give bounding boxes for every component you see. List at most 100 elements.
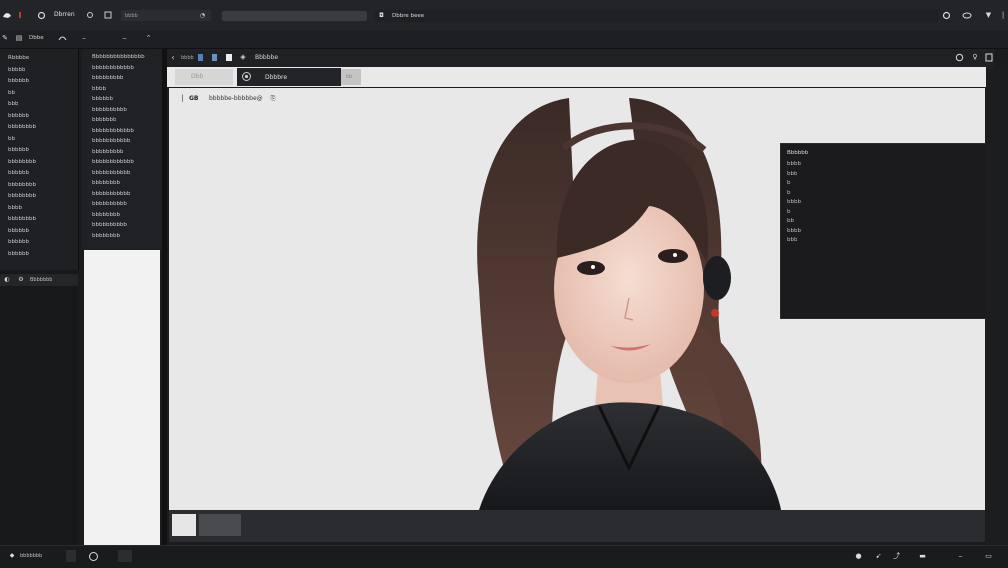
file-list-item[interactable]: bbbbbbbbbbb (92, 138, 130, 144)
sidebar-item[interactable]: bbbbbbbb (8, 193, 36, 199)
doc-blue-icon-2[interactable] (211, 53, 218, 62)
brush-icon[interactable]: ◆ (8, 552, 16, 560)
tab-title[interactable]: Dbrren (54, 11, 84, 18)
file-list-item[interactable]: bbbbbb (92, 96, 113, 102)
file-list-item[interactable]: bbbbbbbbbb (92, 222, 127, 228)
settings-icon[interactable] (86, 11, 94, 19)
sidebar-item[interactable]: bbbbbb (8, 239, 29, 245)
sidebar-item[interactable]: bbbbbbbb (8, 216, 36, 222)
sidebar-item[interactable]: bbbbbb (8, 113, 29, 119)
curve-icon[interactable] (58, 34, 67, 42)
line-status-icon[interactable]: ⎯ (956, 551, 965, 561)
layers-icon[interactable]: ▤ (15, 34, 23, 42)
overlay-line: bb (787, 218, 794, 224)
status-chip[interactable] (66, 550, 76, 562)
pen-icon[interactable]: ✎ (1, 34, 9, 42)
overlay-line: b (787, 189, 791, 196)
sidebar-item[interactable]: bb (8, 136, 15, 142)
share-icon[interactable]: ➹ (874, 551, 883, 561)
close-icon[interactable]: | (999, 11, 1007, 19)
circle-icon[interactable] (942, 11, 951, 20)
pin-icon[interactable]: ♀ (971, 53, 979, 62)
lock-icon: ◘ (379, 11, 384, 19)
tab-active[interactable]: Dbbbre (237, 68, 341, 86)
file-list-item[interactable]: bbbbbbbbbbbb (92, 159, 134, 165)
doc-white-icon[interactable] (225, 53, 233, 62)
file-list-item[interactable]: bbbbbbb (92, 117, 116, 123)
record-icon[interactable] (16, 11, 24, 19)
sidebar-item[interactable]: bbb (8, 101, 18, 107)
panel-divider[interactable] (162, 49, 167, 545)
file-list-item[interactable]: Bbbbbbbbbbbbbbb (92, 54, 145, 60)
overlay-title: Bbbbbb (787, 150, 809, 156)
toolbar-label[interactable]: Dbbe (29, 35, 44, 41)
sidebar-item[interactable]: bbbbbbbb (8, 124, 36, 130)
address-field[interactable]: bbbb ◔ (121, 10, 211, 21)
status-icon: ◐ (4, 276, 10, 283)
file-list-item[interactable]: bbbbbbbb (92, 212, 120, 218)
expand-icon[interactable] (985, 53, 993, 62)
file-list-item[interactable]: bbbbbbbbbbb (92, 170, 130, 176)
power-icon[interactable] (955, 53, 964, 62)
file-list-item[interactable]: bbbbbbbbb (92, 149, 123, 155)
canvas-header-text: bbbbbe-bbbbbe@ (209, 95, 263, 102)
sidebar-item[interactable]: bbbbbbbb (8, 159, 36, 165)
sidebar-item[interactable]: bbbbbb (8, 228, 29, 234)
tag-icon[interactable]: ◈ (239, 53, 247, 62)
shield-icon[interactable]: ◔ (199, 12, 206, 19)
file-list-item[interactable]: bbbbbbbb (92, 233, 120, 239)
tab-right[interactable]: bb (341, 69, 361, 85)
file-list-item[interactable]: bbbbbbbb (92, 180, 120, 186)
file-list-item[interactable]: bbbbbbbbbb (92, 107, 127, 113)
copy-icon[interactable]: ⎘ (269, 94, 277, 103)
thumbnail[interactable] (172, 514, 196, 536)
back-icon[interactable]: ‹ (169, 53, 177, 62)
more-icon[interactable]: ▭ (984, 551, 993, 561)
triangle-icon[interactable]: ⌃ (144, 34, 153, 42)
chat-icon[interactable]: ● (854, 551, 863, 561)
doc-blue-icon[interactable] (197, 53, 204, 62)
file-list-item[interactable]: bbbbbbbbbbb (92, 191, 130, 197)
search-field[interactable] (222, 11, 367, 21)
sidebar-item[interactable]: bbbbb (8, 67, 25, 73)
sidebar-item[interactable]: bbbbbb (8, 147, 29, 153)
overlay-line: bbbb (787, 199, 801, 205)
refresh-icon[interactable] (37, 11, 46, 20)
overlay-line: bbbb (787, 227, 801, 234)
page-icon[interactable] (104, 11, 112, 19)
sidebar-item[interactable]: Rbbbbe (8, 55, 29, 61)
file-list-item[interactable]: bbbbbbbbbb (92, 201, 127, 207)
cursor-icon: | (181, 94, 184, 102)
eye-icon[interactable] (962, 11, 972, 20)
overlay-line: bbb (787, 170, 798, 177)
toolbar: ✎ ▤ Dbbe – ⎯ ⌃ (0, 30, 1008, 49)
fullscreen-icon[interactable]: ▬ (918, 551, 927, 561)
sidebar-item[interactable]: bbbbbb (8, 251, 29, 257)
right-scroll-edge[interactable] (986, 67, 1008, 545)
circle-status-icon[interactable] (88, 551, 99, 562)
minus-icon[interactable]: – (80, 34, 88, 42)
document-tab-bar: Dbb Dbbbre bb (167, 67, 987, 87)
thumbnail-label-box[interactable] (199, 514, 241, 536)
info-overlay-panel: Bbbbbb bbbb bbb b b bbbb b bb bbbb bbb (780, 143, 988, 319)
sidebar-item[interactable]: bbbb (8, 205, 22, 211)
portrait-image (477, 98, 781, 510)
dropdown-icon[interactable]: ▼ (984, 11, 993, 20)
sidebar-item[interactable]: bbbbbb (8, 170, 29, 176)
canvas-bottom-strip (169, 510, 985, 542)
sidebar-item[interactable]: bbbbbb (8, 78, 29, 84)
line-icon[interactable]: ⎯ (120, 34, 129, 42)
status-chip-2[interactable] (118, 550, 132, 562)
file-list-item[interactable]: bbbbbbbbbbbb (92, 128, 134, 134)
file-list-item[interactable]: bbbbbbbbb (92, 75, 123, 81)
sidebar-item[interactable]: bb (8, 90, 15, 96)
edit-icon[interactable]: ⤴ (892, 551, 901, 561)
left-nav-footer[interactable]: ◐ ⚙ Bbbbbbb (0, 274, 78, 286)
sidebar-item[interactable]: bbbbbbbb (8, 182, 36, 188)
overlay-line: bbbb (787, 161, 801, 167)
title-bar: Dbrren bbbb ◔ ◘ Dbbre beee ▼ | (0, 0, 1008, 31)
canvas-badge: GB (189, 95, 199, 102)
tab-left[interactable]: Dbb (175, 69, 233, 85)
file-list-item[interactable]: bbbbbbbbbbbb (92, 65, 134, 71)
file-list-item[interactable]: bbbb (92, 86, 106, 92)
